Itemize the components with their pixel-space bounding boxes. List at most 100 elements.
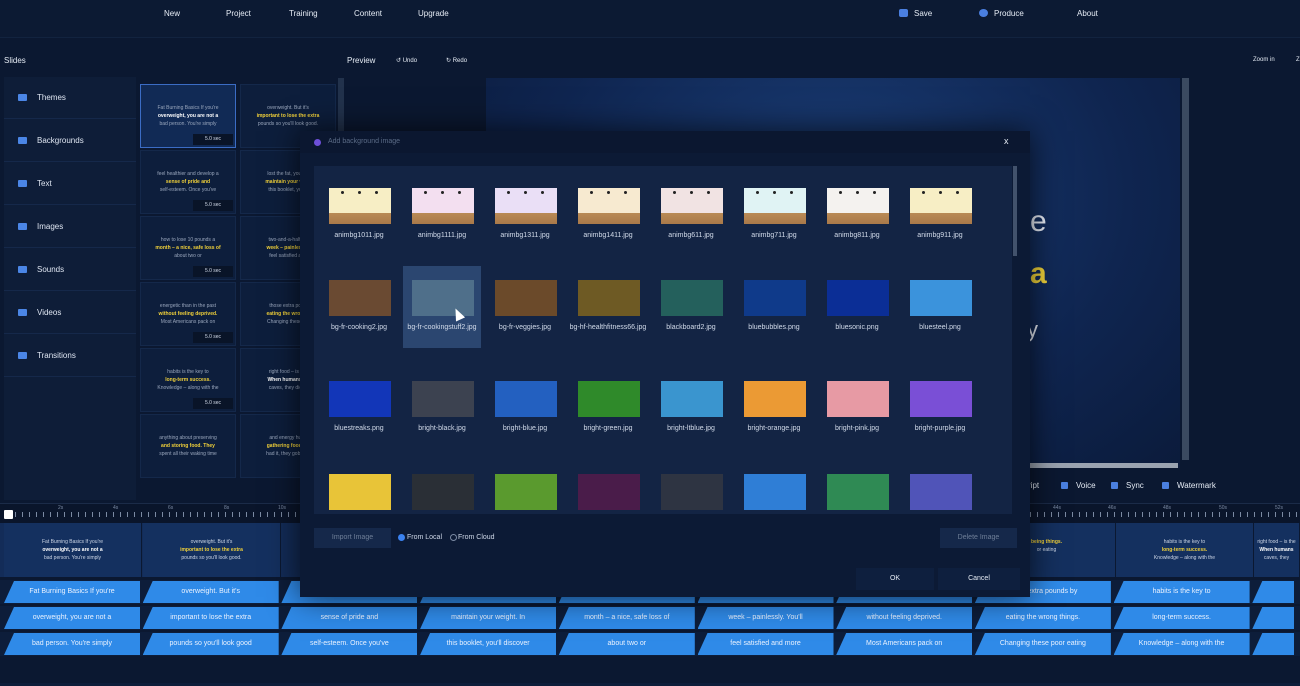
timeline-thumbnail[interactable]: right food – is the When humans caves, the… [1254, 523, 1300, 577]
timeline-thumbnail[interactable]: overweight. But it's important to lose th… [143, 523, 281, 577]
caption-segment[interactable]: long-term success. [1113, 607, 1250, 629]
image-tile[interactable] [818, 460, 896, 514]
caption-segment[interactable]: eating the wrong things. [974, 607, 1111, 629]
image-tile[interactable] [652, 460, 730, 514]
close-button[interactable]: x [1004, 136, 1009, 146]
caption-segment[interactable]: feel satisfied and more [697, 633, 834, 655]
menu-new[interactable]: New [164, 9, 180, 18]
redo-button[interactable]: ↻ Redo [446, 57, 467, 64]
sidebar-item-sounds[interactable]: Sounds [4, 249, 136, 291]
image-tile[interactable]: animbg711.jpg [735, 174, 813, 256]
image-tile[interactable]: bluesteel.png [901, 266, 979, 348]
caption-segment[interactable]: bad person. You're simply [4, 633, 140, 655]
voice-button[interactable]: Voice [1061, 481, 1096, 490]
timeline-thumbnail[interactable]: habits is the key to long-term success. Kn… [1116, 523, 1254, 577]
caption-segment[interactable]: Knowledge – along with the [1113, 633, 1250, 655]
sidebar-item-text[interactable]: Text [4, 163, 136, 205]
image-tile[interactable]: bg-hf-healthfitness66.jpg [569, 266, 647, 348]
menu-about[interactable]: About [1077, 9, 1098, 18]
from-cloud-radio[interactable] [450, 534, 457, 541]
caption-segment[interactable]: Fat Burning Basics If you're [4, 581, 140, 603]
caption-segment[interactable]: this booklet, you'll discover [420, 633, 557, 655]
caption-segment[interactable]: overweight. But it's [142, 581, 279, 603]
image-grid: animbg1011.jpg animbg1111.jpg animbg1311.j… [314, 166, 1012, 514]
sidebar-item-transitions[interactable]: Transitions [4, 335, 136, 377]
image-tile[interactable]: bright-blue.jpg [486, 367, 564, 449]
image-tile[interactable] [901, 460, 979, 514]
image-tile[interactable]: animbg1411.jpg [569, 174, 647, 256]
image-tile[interactable]: animbg1111.jpg [403, 174, 481, 256]
caption-segment[interactable]: Changing these poor eating [974, 633, 1111, 655]
cancel-button[interactable]: Cancel [938, 568, 1020, 590]
zoom-in-button[interactable]: Zoom in [1253, 57, 1275, 63]
caption-segment[interactable]: maintain your weight. In [420, 607, 557, 629]
menu-training[interactable]: Training [289, 9, 318, 18]
image-tile[interactable]: bluebubbles.png [735, 266, 813, 348]
image-tile[interactable] [320, 460, 398, 514]
image-tile[interactable]: blackboard2.jpg [652, 266, 730, 348]
image-tile[interactable] [569, 460, 647, 514]
image-tile[interactable]: animbg911.jpg [901, 174, 979, 256]
ruler-tick [113, 512, 114, 517]
image-grid-scrollbar[interactable] [1013, 166, 1017, 256]
ok-button[interactable]: OK [856, 568, 934, 590]
menu-project[interactable]: Project [226, 9, 251, 18]
slide-thumbnail[interactable]: Fat Burning Basics If you're overweight, … [140, 84, 236, 148]
caption-segment[interactable]: sense of pride and [281, 607, 418, 629]
image-tile[interactable] [486, 460, 564, 514]
image-tile[interactable]: bright-black.jpg [403, 367, 481, 449]
save-button[interactable]: Save [899, 9, 932, 18]
sidebar-item-themes[interactable]: Themes [4, 77, 136, 119]
caption-segment[interactable]: month – a nice, safe loss of [558, 607, 695, 629]
image-tile[interactable]: bright-pink.jpg [818, 367, 896, 449]
slide-thumbnail[interactable]: energetic than in the past without feelin… [140, 282, 236, 346]
image-tile[interactable]: animbg611.jpg [652, 174, 730, 256]
sidebar-item-videos[interactable]: Videos [4, 292, 136, 334]
slide-thumbnail[interactable]: how to lose 10 pounds a month – a nice, s… [140, 216, 236, 280]
delete-image-button[interactable]: Delete Image [940, 528, 1017, 548]
image-tile[interactable] [403, 460, 481, 514]
sidebar-item-images[interactable]: Images [4, 206, 136, 248]
menu-upgrade[interactable]: Upgrade [418, 9, 449, 18]
sidebar-item-backgrounds[interactable]: Backgrounds [4, 120, 136, 162]
caption-segment[interactable]: habits is the key to [1113, 581, 1250, 603]
zoom-out-button[interactable]: Z [1296, 57, 1300, 63]
image-tile[interactable]: animbg811.jpg [818, 174, 896, 256]
playhead-handle[interactable] [4, 510, 13, 519]
produce-button[interactable]: Produce [979, 9, 1024, 18]
sync-button[interactable]: Sync [1111, 481, 1144, 490]
image-tile[interactable]: bg-fr-cooking2.jpg [320, 266, 398, 348]
import-image-button[interactable]: Import Image [314, 528, 391, 548]
image-tile[interactable]: bg-fr-veggies.jpg [486, 266, 564, 348]
from-local-radio[interactable] [398, 534, 405, 541]
caption-segment[interactable]: overweight, you are not a [4, 607, 140, 629]
image-tile[interactable]: bright-orange.jpg [735, 367, 813, 449]
caption-segment[interactable]: week – painlessly. You'll [697, 607, 834, 629]
caption-segment[interactable]: without feeling deprived. [836, 607, 973, 629]
preview-text-line-1: e [1030, 205, 1047, 238]
caption-segment[interactable]: pounds so you'll look good [142, 633, 279, 655]
image-tile[interactable]: animbg1011.jpg [320, 174, 398, 256]
image-tile[interactable]: bright-green.jpg [569, 367, 647, 449]
image-tile[interactable]: bright-purple.jpg [901, 367, 979, 449]
image-tile[interactable]: bluesonic.png [818, 266, 896, 348]
timeline-thumbnail[interactable]: Fat Burning Basics If you're overweight, … [4, 523, 142, 577]
menu-content[interactable]: Content [354, 9, 382, 18]
image-tile[interactable] [735, 460, 813, 514]
image-tile[interactable]: bg-fr-cookingstuff2.jpg [403, 266, 481, 348]
preview-horizontal-scrollbar[interactable] [1030, 463, 1178, 468]
slide-thumbnail[interactable]: feel healthier and develop a sense of pri… [140, 150, 236, 214]
caption-segment[interactable]: important to lose the extra [142, 607, 279, 629]
image-tile[interactable]: bluestreaks.png [320, 367, 398, 449]
undo-button[interactable]: ↺ Undo [396, 57, 417, 64]
image-tile[interactable]: animbg1311.jpg [486, 174, 564, 256]
ruler-tick [197, 512, 198, 517]
watermark-button[interactable]: Watermark [1162, 481, 1216, 490]
slide-thumbnail[interactable]: anything about preserving and storing foo… [140, 414, 236, 478]
caption-segment[interactable]: Most Americans pack on [836, 633, 973, 655]
image-tile[interactable]: bright-ltblue.jpg [652, 367, 730, 449]
caption-segment[interactable]: about two or [558, 633, 695, 655]
caption-segment[interactable]: self-esteem. Once you've [281, 633, 418, 655]
preview-scrollbar[interactable] [1182, 78, 1189, 460]
slide-thumbnail[interactable]: habits is the key to long-term success. Kn… [140, 348, 236, 412]
